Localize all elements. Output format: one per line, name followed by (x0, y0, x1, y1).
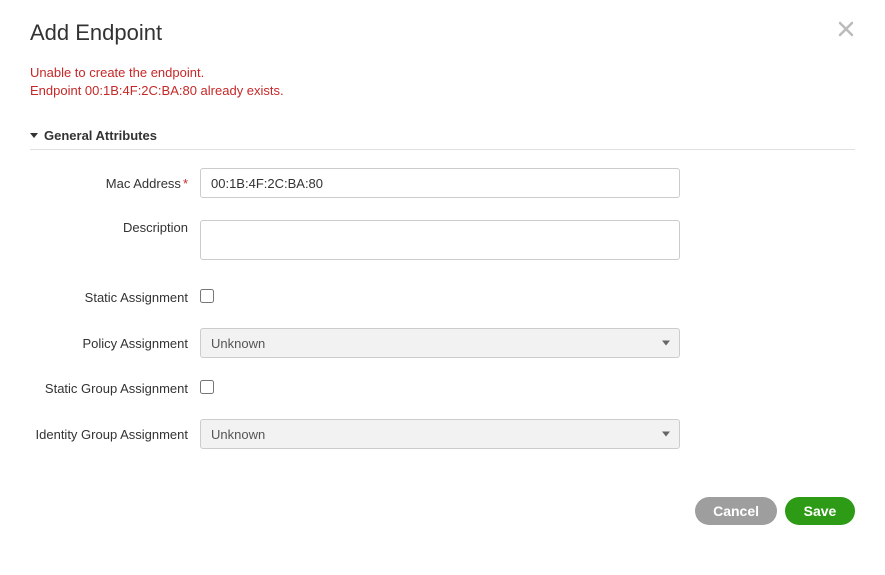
cancel-button[interactable]: Cancel (695, 497, 777, 525)
policy-assignment-label: Policy Assignment (30, 336, 200, 351)
policy-assignment-value: Unknown (211, 336, 265, 351)
error-line-1: Unable to create the endpoint. (30, 64, 855, 82)
dialog-title: Add Endpoint (30, 20, 162, 46)
description-label: Description (30, 220, 200, 235)
close-icon[interactable] (837, 20, 855, 42)
mac-address-label: Mac Address* (30, 176, 200, 191)
policy-assignment-select[interactable]: Unknown (200, 328, 680, 358)
button-bar: Cancel Save (695, 497, 855, 525)
identity-group-assignment-select[interactable]: Unknown (200, 419, 680, 449)
error-message: Unable to create the endpoint. Endpoint … (30, 64, 855, 100)
static-group-assignment-label: Static Group Assignment (30, 381, 200, 396)
required-asterisk: * (183, 176, 188, 191)
static-group-assignment-checkbox[interactable] (200, 380, 214, 394)
error-line-2: Endpoint 00:1B:4F:2C:BA:80 already exist… (30, 82, 855, 100)
static-assignment-label: Static Assignment (30, 290, 200, 305)
identity-group-assignment-label: Identity Group Assignment (30, 427, 200, 442)
caret-down-icon (30, 133, 38, 138)
save-button[interactable]: Save (785, 497, 855, 525)
static-assignment-checkbox[interactable] (200, 289, 214, 303)
description-input[interactable] (200, 220, 680, 260)
identity-group-assignment-value: Unknown (211, 427, 265, 442)
section-general-attributes-label: General Attributes (44, 128, 157, 143)
section-general-attributes[interactable]: General Attributes (30, 128, 855, 150)
mac-address-input[interactable] (200, 168, 680, 198)
